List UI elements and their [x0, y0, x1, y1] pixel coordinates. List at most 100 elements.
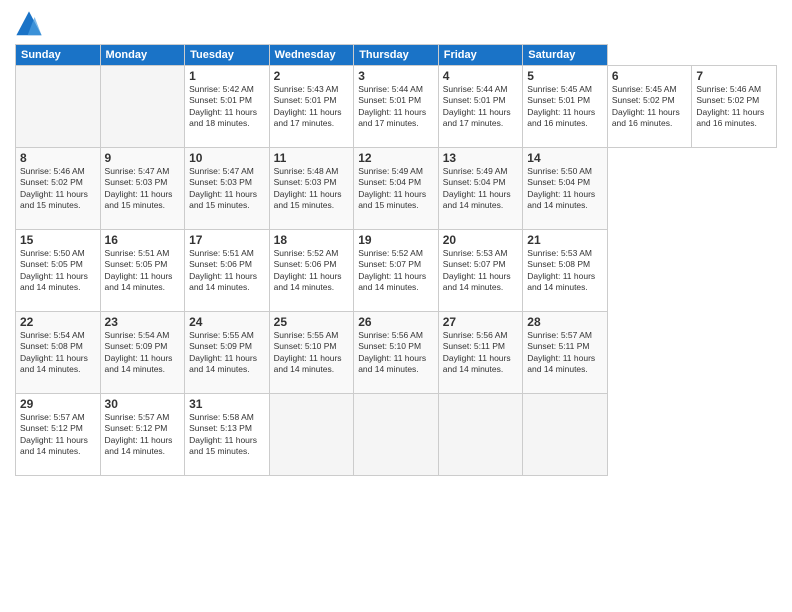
day-number: 3 — [358, 69, 434, 83]
weekday-header-row: SundayMondayTuesdayWednesdayThursdayFrid… — [16, 45, 777, 66]
calendar-cell: 6Sunrise: 5:45 AMSunset: 5:02 PMDaylight… — [607, 66, 692, 148]
calendar-cell: 5Sunrise: 5:45 AMSunset: 5:01 PMDaylight… — [523, 66, 608, 148]
calendar-cell: 7Sunrise: 5:46 AMSunset: 5:02 PMDaylight… — [692, 66, 777, 148]
day-info: Sunrise: 5:42 AMSunset: 5:01 PMDaylight:… — [189, 84, 265, 130]
calendar-cell: 12Sunrise: 5:49 AMSunset: 5:04 PMDayligh… — [354, 148, 439, 230]
day-info: Sunrise: 5:57 AMSunset: 5:12 PMDaylight:… — [105, 412, 181, 458]
day-info: Sunrise: 5:52 AMSunset: 5:06 PMDaylight:… — [274, 248, 350, 294]
day-number: 16 — [105, 233, 181, 247]
day-number: 2 — [274, 69, 350, 83]
weekday-header-saturday: Saturday — [523, 45, 608, 66]
day-info: Sunrise: 5:55 AMSunset: 5:10 PMDaylight:… — [274, 330, 350, 376]
day-number: 19 — [358, 233, 434, 247]
calendar-cell: 13Sunrise: 5:49 AMSunset: 5:04 PMDayligh… — [438, 148, 523, 230]
day-info: Sunrise: 5:46 AMSunset: 5:02 PMDaylight:… — [20, 166, 96, 212]
day-info: Sunrise: 5:44 AMSunset: 5:01 PMDaylight:… — [358, 84, 434, 130]
weekday-header-wednesday: Wednesday — [269, 45, 354, 66]
calendar-cell: 31Sunrise: 5:58 AMSunset: 5:13 PMDayligh… — [185, 394, 270, 476]
weekday-header-thursday: Thursday — [354, 45, 439, 66]
day-info: Sunrise: 5:47 AMSunset: 5:03 PMDaylight:… — [189, 166, 265, 212]
calendar-cell: 9Sunrise: 5:47 AMSunset: 5:03 PMDaylight… — [100, 148, 185, 230]
day-number: 8 — [20, 151, 96, 165]
day-number: 27 — [443, 315, 519, 329]
calendar-cell: 26Sunrise: 5:56 AMSunset: 5:10 PMDayligh… — [354, 312, 439, 394]
header — [15, 10, 777, 38]
day-number: 18 — [274, 233, 350, 247]
calendar-cell: 28Sunrise: 5:57 AMSunset: 5:11 PMDayligh… — [523, 312, 608, 394]
day-info: Sunrise: 5:46 AMSunset: 5:02 PMDaylight:… — [696, 84, 772, 130]
day-info: Sunrise: 5:50 AMSunset: 5:04 PMDaylight:… — [527, 166, 603, 212]
calendar-cell: 22Sunrise: 5:54 AMSunset: 5:08 PMDayligh… — [16, 312, 101, 394]
calendar-cell: 8Sunrise: 5:46 AMSunset: 5:02 PMDaylight… — [16, 148, 101, 230]
day-number: 14 — [527, 151, 603, 165]
day-number: 23 — [105, 315, 181, 329]
weekday-header-monday: Monday — [100, 45, 185, 66]
week-row-2: 8Sunrise: 5:46 AMSunset: 5:02 PMDaylight… — [16, 148, 777, 230]
calendar-cell: 14Sunrise: 5:50 AMSunset: 5:04 PMDayligh… — [523, 148, 608, 230]
day-info: Sunrise: 5:47 AMSunset: 5:03 PMDaylight:… — [105, 166, 181, 212]
calendar-cell: 27Sunrise: 5:56 AMSunset: 5:11 PMDayligh… — [438, 312, 523, 394]
logo-icon — [15, 10, 43, 38]
calendar-cell — [438, 394, 523, 476]
day-info: Sunrise: 5:54 AMSunset: 5:09 PMDaylight:… — [105, 330, 181, 376]
calendar-cell: 15Sunrise: 5:50 AMSunset: 5:05 PMDayligh… — [16, 230, 101, 312]
calendar-cell — [523, 394, 608, 476]
page: SundayMondayTuesdayWednesdayThursdayFrid… — [0, 0, 792, 612]
day-info: Sunrise: 5:52 AMSunset: 5:07 PMDaylight:… — [358, 248, 434, 294]
weekday-header-tuesday: Tuesday — [185, 45, 270, 66]
calendar-cell: 23Sunrise: 5:54 AMSunset: 5:09 PMDayligh… — [100, 312, 185, 394]
day-info: Sunrise: 5:53 AMSunset: 5:08 PMDaylight:… — [527, 248, 603, 294]
calendar-cell: 18Sunrise: 5:52 AMSunset: 5:06 PMDayligh… — [269, 230, 354, 312]
logo — [15, 10, 45, 38]
calendar-cell: 19Sunrise: 5:52 AMSunset: 5:07 PMDayligh… — [354, 230, 439, 312]
day-info: Sunrise: 5:50 AMSunset: 5:05 PMDaylight:… — [20, 248, 96, 294]
day-info: Sunrise: 5:49 AMSunset: 5:04 PMDaylight:… — [443, 166, 519, 212]
day-number: 17 — [189, 233, 265, 247]
day-info: Sunrise: 5:51 AMSunset: 5:05 PMDaylight:… — [105, 248, 181, 294]
day-info: Sunrise: 5:45 AMSunset: 5:01 PMDaylight:… — [527, 84, 603, 130]
calendar-cell — [269, 394, 354, 476]
day-info: Sunrise: 5:48 AMSunset: 5:03 PMDaylight:… — [274, 166, 350, 212]
day-number: 22 — [20, 315, 96, 329]
day-info: Sunrise: 5:56 AMSunset: 5:10 PMDaylight:… — [358, 330, 434, 376]
calendar-cell: 4Sunrise: 5:44 AMSunset: 5:01 PMDaylight… — [438, 66, 523, 148]
day-info: Sunrise: 5:43 AMSunset: 5:01 PMDaylight:… — [274, 84, 350, 130]
day-info: Sunrise: 5:44 AMSunset: 5:01 PMDaylight:… — [443, 84, 519, 130]
day-info: Sunrise: 5:51 AMSunset: 5:06 PMDaylight:… — [189, 248, 265, 294]
day-number: 4 — [443, 69, 519, 83]
day-info: Sunrise: 5:55 AMSunset: 5:09 PMDaylight:… — [189, 330, 265, 376]
day-number: 26 — [358, 315, 434, 329]
calendar-cell: 21Sunrise: 5:53 AMSunset: 5:08 PMDayligh… — [523, 230, 608, 312]
day-number: 13 — [443, 151, 519, 165]
calendar-cell: 24Sunrise: 5:55 AMSunset: 5:09 PMDayligh… — [185, 312, 270, 394]
day-number: 29 — [20, 397, 96, 411]
calendar-cell: 2Sunrise: 5:43 AMSunset: 5:01 PMDaylight… — [269, 66, 354, 148]
calendar-cell — [354, 394, 439, 476]
day-number: 7 — [696, 69, 772, 83]
day-number: 30 — [105, 397, 181, 411]
day-info: Sunrise: 5:57 AMSunset: 5:11 PMDaylight:… — [527, 330, 603, 376]
day-number: 31 — [189, 397, 265, 411]
calendar-cell: 30Sunrise: 5:57 AMSunset: 5:12 PMDayligh… — [100, 394, 185, 476]
day-info: Sunrise: 5:57 AMSunset: 5:12 PMDaylight:… — [20, 412, 96, 458]
week-row-5: 29Sunrise: 5:57 AMSunset: 5:12 PMDayligh… — [16, 394, 777, 476]
weekday-header-friday: Friday — [438, 45, 523, 66]
calendar-cell: 17Sunrise: 5:51 AMSunset: 5:06 PMDayligh… — [185, 230, 270, 312]
calendar-cell: 10Sunrise: 5:47 AMSunset: 5:03 PMDayligh… — [185, 148, 270, 230]
day-number: 6 — [612, 69, 688, 83]
calendar-cell: 11Sunrise: 5:48 AMSunset: 5:03 PMDayligh… — [269, 148, 354, 230]
day-number: 20 — [443, 233, 519, 247]
day-number: 15 — [20, 233, 96, 247]
calendar-cell: 25Sunrise: 5:55 AMSunset: 5:10 PMDayligh… — [269, 312, 354, 394]
day-number: 25 — [274, 315, 350, 329]
calendar-cell: 1Sunrise: 5:42 AMSunset: 5:01 PMDaylight… — [185, 66, 270, 148]
day-number: 1 — [189, 69, 265, 83]
day-info: Sunrise: 5:45 AMSunset: 5:02 PMDaylight:… — [612, 84, 688, 130]
day-info: Sunrise: 5:54 AMSunset: 5:08 PMDaylight:… — [20, 330, 96, 376]
calendar-cell: 29Sunrise: 5:57 AMSunset: 5:12 PMDayligh… — [16, 394, 101, 476]
day-info: Sunrise: 5:53 AMSunset: 5:07 PMDaylight:… — [443, 248, 519, 294]
day-number: 28 — [527, 315, 603, 329]
calendar-cell — [100, 66, 185, 148]
day-number: 24 — [189, 315, 265, 329]
day-number: 5 — [527, 69, 603, 83]
